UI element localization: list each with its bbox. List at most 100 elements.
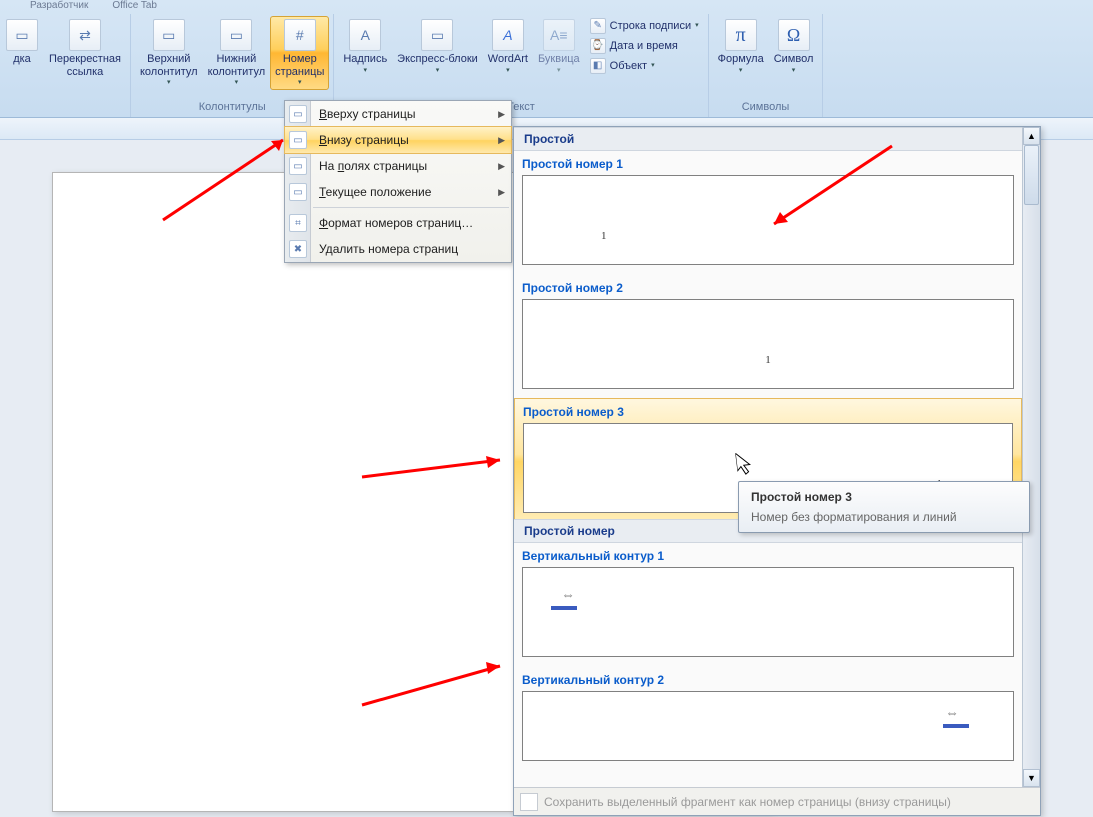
dropdown-icon: ▾ xyxy=(651,62,655,70)
btn-datetime[interactable]: ⌚ Дата и время xyxy=(585,36,704,56)
menu-remove-numbers[interactable]: ✖ Удалить номера страниц xyxy=(285,236,511,262)
preview-number: 1 xyxy=(601,230,607,242)
scroll-up-button[interactable]: ▲ xyxy=(1023,127,1040,145)
ribbon: Разработчик Office Tab ▭ дка ⇄ Перекрест… xyxy=(0,0,1093,118)
tooltip: Простой номер 3 Номер без форматирования… xyxy=(738,481,1030,533)
gallery-item[interactable]: Вертикальный контур 2 ⇔ xyxy=(514,667,1022,761)
gallery-item-title: Простой номер 1 xyxy=(514,151,1022,175)
btn-header[interactable]: ▭ Верхний колонтитул ▾ xyxy=(135,16,203,90)
dropdown-icon: ▾ xyxy=(792,67,796,75)
preview-number: 1 xyxy=(765,354,771,366)
quickparts-icon: ▭ xyxy=(421,19,453,51)
submenu-arrow-icon: ▶ xyxy=(498,109,505,120)
dropdown-icon: ▾ xyxy=(695,22,699,30)
menu-current-position[interactable]: ▭ Текущее положение ▶ xyxy=(285,179,511,205)
scroll-down-button[interactable]: ▼ xyxy=(1023,769,1040,787)
gallery-item-title: Вертикальный контур 2 xyxy=(514,667,1022,691)
gallery-footer-label: Сохранить выделенный фрагмент как номер … xyxy=(544,795,951,809)
gallery-preview: ⇔ xyxy=(522,567,1014,657)
gallery-preview: ⇔ xyxy=(522,691,1014,761)
remove-icon: ✖ xyxy=(289,240,307,258)
gallery-footer[interactable]: Сохранить выделенный фрагмент как номер … xyxy=(514,787,1040,815)
gallery-item-title: Вертикальный контур 1 xyxy=(514,543,1022,567)
gallery-item-title: Простой номер 2 xyxy=(514,275,1022,299)
btn-table-ref[interactable]: ▭ дка xyxy=(0,16,44,69)
page-margins-icon: ▭ xyxy=(289,157,307,175)
dropdown-icon: ▾ xyxy=(298,79,302,87)
btn-symbol[interactable]: Ω Символ ▾ xyxy=(769,16,819,78)
gallery-section-simple: Простой xyxy=(514,127,1022,151)
gallery-item[interactable]: Простой номер 2 1 xyxy=(514,275,1022,389)
signature-icon: ✎ xyxy=(590,18,606,34)
omega-icon: Ω xyxy=(778,19,810,51)
dropdown-icon: ▾ xyxy=(235,79,239,87)
dropdown-icon: ▾ xyxy=(364,67,368,75)
dropcap-icon: A≡ xyxy=(543,19,575,51)
btn-equation[interactable]: π Формула ▾ xyxy=(713,16,769,78)
gallery-preview: 1 xyxy=(522,299,1014,389)
dropdown-icon: ▾ xyxy=(739,67,743,75)
format-icon: ⌗ xyxy=(289,214,307,232)
btn-footer[interactable]: ▭ Нижний колонтитул ▾ xyxy=(203,16,271,90)
menu-remove-numbers-label: Удалить номера страниц xyxy=(319,242,458,256)
btn-dropcap[interactable]: A≡ Буквица ▾ xyxy=(533,16,585,78)
menu-top-of-page[interactable]: ▭ Вверху страницы ▶ xyxy=(285,101,511,127)
footer-icon: ▭ xyxy=(220,19,252,51)
ribbon-tabbar: Разработчик Office Tab xyxy=(0,0,1093,14)
btn-symbol-label: Символ xyxy=(774,53,814,66)
datetime-icon: ⌚ xyxy=(590,38,606,54)
page-top-icon: ▭ xyxy=(289,105,307,123)
menu-page-margins[interactable]: ▭ На полях страницы ▶ xyxy=(285,153,511,179)
pagenum-icon: # xyxy=(284,19,316,51)
tab-developer[interactable]: Разработчик xyxy=(30,0,88,14)
pi-icon: π xyxy=(725,19,757,51)
btn-object[interactable]: ◧ Объект ▾ xyxy=(585,56,704,76)
btn-wordart-label: WordArt xyxy=(488,53,528,66)
cursor-pos-icon: ▭ xyxy=(289,183,307,201)
btn-table-ref-label: дка xyxy=(13,53,31,66)
wordart-icon: A xyxy=(492,19,524,51)
gallery-item[interactable]: Вертикальный контур 1 ⇔ xyxy=(514,543,1022,657)
btn-cross-reference-label: Перекрестная ссылка xyxy=(49,53,121,78)
page-number-menu: ▭ Вверху страницы ▶ ▭ Внизу страницы ▶ ▭… xyxy=(284,100,512,263)
submenu-arrow-icon: ▶ xyxy=(498,187,505,198)
btn-equation-label: Формула xyxy=(718,53,764,66)
btn-page-number[interactable]: # Номер страницы ▾ xyxy=(270,16,329,90)
tooltip-title: Простой номер 3 xyxy=(751,490,1017,504)
gallery-scrollbar[interactable]: ▲ ▼ xyxy=(1022,127,1040,787)
btn-page-number-label: Номер страницы xyxy=(275,53,324,78)
btn-dropcap-label: Буквица xyxy=(538,53,580,66)
btn-quick-parts[interactable]: ▭ Экспресс-блоки ▾ xyxy=(392,16,483,78)
page-bottom-icon: ▭ xyxy=(289,131,307,149)
dropdown-icon: ▾ xyxy=(167,79,171,87)
gallery-item[interactable]: Простой номер 1 1 xyxy=(514,151,1022,265)
btn-textbox[interactable]: A Надпись ▾ xyxy=(338,16,392,78)
dropdown-icon: ▾ xyxy=(557,67,561,75)
object-icon: ◧ xyxy=(590,58,606,74)
menu-format-numbers[interactable]: ⌗ Формат номеров страниц… xyxy=(285,210,511,236)
menu-bottom-of-page[interactable]: ▭ Внизу страницы ▶ xyxy=(284,126,512,154)
save-fragment-icon xyxy=(520,793,538,811)
btn-cross-reference[interactable]: ⇄ Перекрестная ссылка xyxy=(44,16,126,81)
gallery-item-title: Простой номер 3 xyxy=(515,399,1021,423)
btn-signature-line[interactable]: ✎ Строка подписи ▾ xyxy=(585,16,704,36)
page-number-gallery: Простой Простой номер 1 1 Простой номер … xyxy=(513,126,1041,816)
group-label-symbols: Символы xyxy=(713,99,819,117)
dropdown-icon: ▾ xyxy=(436,67,440,75)
btn-object-label: Объект xyxy=(610,60,647,73)
btn-wordart[interactable]: A WordArt ▾ xyxy=(483,16,533,78)
btn-datetime-label: Дата и время xyxy=(610,40,678,53)
ribbon-group-links: ▭ дка ⇄ Перекрестная ссылка xyxy=(0,14,131,117)
page-icon: ▭ xyxy=(6,19,38,51)
btn-footer-label: Нижний колонтитул xyxy=(208,53,266,78)
submenu-arrow-icon: ▶ xyxy=(498,161,505,172)
tab-officetab[interactable]: Office Tab xyxy=(112,0,157,14)
textbox-icon: A xyxy=(349,19,381,51)
scroll-thumb[interactable] xyxy=(1024,145,1039,205)
header-icon: ▭ xyxy=(153,19,185,51)
menu-separator xyxy=(313,207,509,208)
tooltip-body: Номер без форматирования и линий xyxy=(751,510,1017,524)
btn-textbox-label: Надпись xyxy=(343,53,387,66)
btn-signature-line-label: Строка подписи xyxy=(610,20,691,33)
btn-quick-parts-label: Экспресс-блоки xyxy=(397,53,478,66)
